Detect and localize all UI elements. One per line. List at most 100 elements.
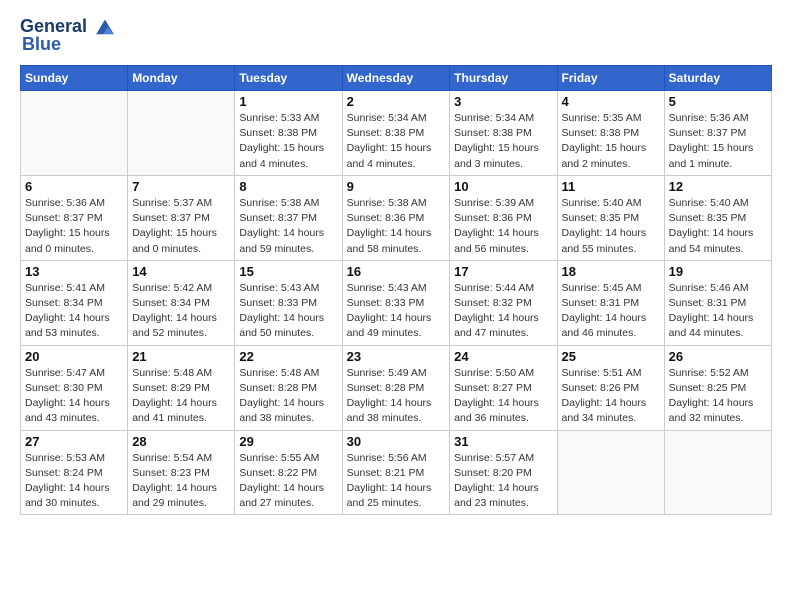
day-info: Sunrise: 5:40 AMSunset: 8:35 PMDaylight:…	[669, 196, 767, 257]
day-info: Sunrise: 5:51 AMSunset: 8:26 PMDaylight:…	[562, 366, 660, 427]
day-number: 8	[239, 179, 337, 194]
day-info: Sunrise: 5:34 AMSunset: 8:38 PMDaylight:…	[454, 111, 552, 172]
day-number: 16	[347, 264, 446, 279]
day-number: 7	[132, 179, 230, 194]
day-info: Sunrise: 5:35 AMSunset: 8:38 PMDaylight:…	[562, 111, 660, 172]
day-info: Sunrise: 5:48 AMSunset: 8:29 PMDaylight:…	[132, 366, 230, 427]
calendar-cell	[128, 91, 235, 176]
calendar-cell: 8Sunrise: 5:38 AMSunset: 8:37 PMDaylight…	[235, 175, 342, 260]
day-number: 23	[347, 349, 446, 364]
day-number: 6	[25, 179, 123, 194]
day-info: Sunrise: 5:39 AMSunset: 8:36 PMDaylight:…	[454, 196, 552, 257]
day-info: Sunrise: 5:40 AMSunset: 8:35 PMDaylight:…	[562, 196, 660, 257]
calendar-cell: 29 Sunrise: 5:55 AMSunset: 8:22 PMDayligh…	[235, 430, 342, 515]
day-info: Sunrise: 5:54 AMSunset: 8:23 PMDaylight:…	[132, 451, 230, 512]
weekday-header: Wednesday	[342, 66, 450, 91]
day-number: 19	[669, 264, 767, 279]
day-info: Sunrise: 5:55 AMSunset: 8:22 PMDaylight:…	[239, 451, 337, 512]
day-number: 30	[347, 434, 446, 449]
calendar-cell: 9 Sunrise: 5:38 AMSunset: 8:36 PMDaylight…	[342, 175, 450, 260]
header: General Blue	[20, 16, 772, 55]
calendar-week-row: 6 Sunrise: 5:36 AMSunset: 8:37 PMDaylight…	[21, 175, 772, 260]
calendar-cell: 20 Sunrise: 5:47 AMSunset: 8:30 PMDayligh…	[21, 345, 128, 430]
day-number: 28	[132, 434, 230, 449]
day-number: 17	[454, 264, 552, 279]
day-number: 14	[132, 264, 230, 279]
day-number: 10	[454, 179, 552, 194]
calendar-cell: 30 Sunrise: 5:56 AMSunset: 8:21 PMDayligh…	[342, 430, 450, 515]
day-number: 24	[454, 349, 552, 364]
calendar-week-row: 1Sunrise: 5:33 AMSunset: 8:38 PMDaylight…	[21, 91, 772, 176]
day-info: Sunrise: 5:42 AMSunset: 8:34 PMDaylight:…	[132, 281, 230, 342]
calendar-cell: 14 Sunrise: 5:42 AMSunset: 8:34 PMDayligh…	[128, 260, 235, 345]
calendar-cell: 13 Sunrise: 5:41 AMSunset: 8:34 PMDayligh…	[21, 260, 128, 345]
calendar-cell: 10 Sunrise: 5:39 AMSunset: 8:36 PMDayligh…	[450, 175, 557, 260]
calendar-cell: 25 Sunrise: 5:51 AMSunset: 8:26 PMDayligh…	[557, 345, 664, 430]
day-number: 29	[239, 434, 337, 449]
day-info: Sunrise: 5:48 AMSunset: 8:28 PMDaylight:…	[239, 366, 337, 427]
day-number: 25	[562, 349, 660, 364]
day-number: 26	[669, 349, 767, 364]
page: General Blue SundayMondayTuesdayWednesda…	[0, 0, 792, 612]
day-info: Sunrise: 5:43 AMSunset: 8:33 PMDaylight:…	[239, 281, 337, 342]
day-number: 5	[669, 94, 767, 109]
calendar-week-row: 13 Sunrise: 5:41 AMSunset: 8:34 PMDayligh…	[21, 260, 772, 345]
weekday-header: Friday	[557, 66, 664, 91]
calendar-cell: 1Sunrise: 5:33 AMSunset: 8:38 PMDaylight…	[235, 91, 342, 176]
day-info: Sunrise: 5:36 AMSunset: 8:37 PMDaylight:…	[25, 196, 123, 257]
day-info: Sunrise: 5:45 AMSunset: 8:31 PMDaylight:…	[562, 281, 660, 342]
calendar-cell: 6 Sunrise: 5:36 AMSunset: 8:37 PMDaylight…	[21, 175, 128, 260]
weekday-header: Thursday	[450, 66, 557, 91]
calendar-cell: 15 Sunrise: 5:43 AMSunset: 8:33 PMDayligh…	[235, 260, 342, 345]
day-info: Sunrise: 5:46 AMSunset: 8:31 PMDaylight:…	[669, 281, 767, 342]
day-number: 31	[454, 434, 552, 449]
day-info: Sunrise: 5:50 AMSunset: 8:27 PMDaylight:…	[454, 366, 552, 427]
day-number: 21	[132, 349, 230, 364]
calendar-cell: 17 Sunrise: 5:44 AMSunset: 8:32 PMDayligh…	[450, 260, 557, 345]
day-info: Sunrise: 5:44 AMSunset: 8:32 PMDaylight:…	[454, 281, 552, 342]
day-number: 11	[562, 179, 660, 194]
calendar-cell: 2Sunrise: 5:34 AMSunset: 8:38 PMDaylight…	[342, 91, 450, 176]
day-info: Sunrise: 5:52 AMSunset: 8:25 PMDaylight:…	[669, 366, 767, 427]
calendar-cell: 16 Sunrise: 5:43 AMSunset: 8:33 PMDayligh…	[342, 260, 450, 345]
calendar-cell: 12 Sunrise: 5:40 AMSunset: 8:35 PMDayligh…	[664, 175, 771, 260]
day-info: Sunrise: 5:47 AMSunset: 8:30 PMDaylight:…	[25, 366, 123, 427]
calendar-cell: 3Sunrise: 5:34 AMSunset: 8:38 PMDaylight…	[450, 91, 557, 176]
calendar-cell	[557, 430, 664, 515]
day-number: 2	[347, 94, 446, 109]
day-number: 1	[239, 94, 337, 109]
day-info: Sunrise: 5:56 AMSunset: 8:21 PMDaylight:…	[347, 451, 446, 512]
calendar-week-row: 27 Sunrise: 5:53 AMSunset: 8:24 PMDayligh…	[21, 430, 772, 515]
day-number: 4	[562, 94, 660, 109]
weekday-header: Monday	[128, 66, 235, 91]
calendar-cell: 27 Sunrise: 5:53 AMSunset: 8:24 PMDayligh…	[21, 430, 128, 515]
calendar: SundayMondayTuesdayWednesdayThursdayFrid…	[20, 65, 772, 515]
calendar-cell: 21 Sunrise: 5:48 AMSunset: 8:29 PMDayligh…	[128, 345, 235, 430]
day-number: 9	[347, 179, 446, 194]
calendar-cell: 24 Sunrise: 5:50 AMSunset: 8:27 PMDayligh…	[450, 345, 557, 430]
weekday-header: Saturday	[664, 66, 771, 91]
calendar-cell: 5 Sunrise: 5:36 AMSunset: 8:37 PMDaylight…	[664, 91, 771, 176]
day-number: 20	[25, 349, 123, 364]
day-info: Sunrise: 5:41 AMSunset: 8:34 PMDaylight:…	[25, 281, 123, 342]
day-info: Sunrise: 5:53 AMSunset: 8:24 PMDaylight:…	[25, 451, 123, 512]
logo: General Blue	[20, 16, 118, 55]
day-number: 13	[25, 264, 123, 279]
calendar-cell	[664, 430, 771, 515]
day-info: Sunrise: 5:38 AMSunset: 8:36 PMDaylight:…	[347, 196, 446, 257]
calendar-week-row: 20 Sunrise: 5:47 AMSunset: 8:30 PMDayligh…	[21, 345, 772, 430]
weekday-header: Sunday	[21, 66, 128, 91]
calendar-cell: 26 Sunrise: 5:52 AMSunset: 8:25 PMDayligh…	[664, 345, 771, 430]
calendar-cell: 23Sunrise: 5:49 AMSunset: 8:28 PMDayligh…	[342, 345, 450, 430]
day-info: Sunrise: 5:37 AMSunset: 8:37 PMDaylight:…	[132, 196, 230, 257]
day-number: 18	[562, 264, 660, 279]
day-number: 15	[239, 264, 337, 279]
day-info: Sunrise: 5:36 AMSunset: 8:37 PMDaylight:…	[669, 111, 767, 172]
calendar-cell: 11 Sunrise: 5:40 AMSunset: 8:35 PMDayligh…	[557, 175, 664, 260]
day-number: 27	[25, 434, 123, 449]
day-info: Sunrise: 5:43 AMSunset: 8:33 PMDaylight:…	[347, 281, 446, 342]
calendar-cell: 31 Sunrise: 5:57 AMSunset: 8:20 PMDayligh…	[450, 430, 557, 515]
day-info: Sunrise: 5:57 AMSunset: 8:20 PMDaylight:…	[454, 451, 552, 512]
calendar-cell	[21, 91, 128, 176]
day-number: 12	[669, 179, 767, 194]
